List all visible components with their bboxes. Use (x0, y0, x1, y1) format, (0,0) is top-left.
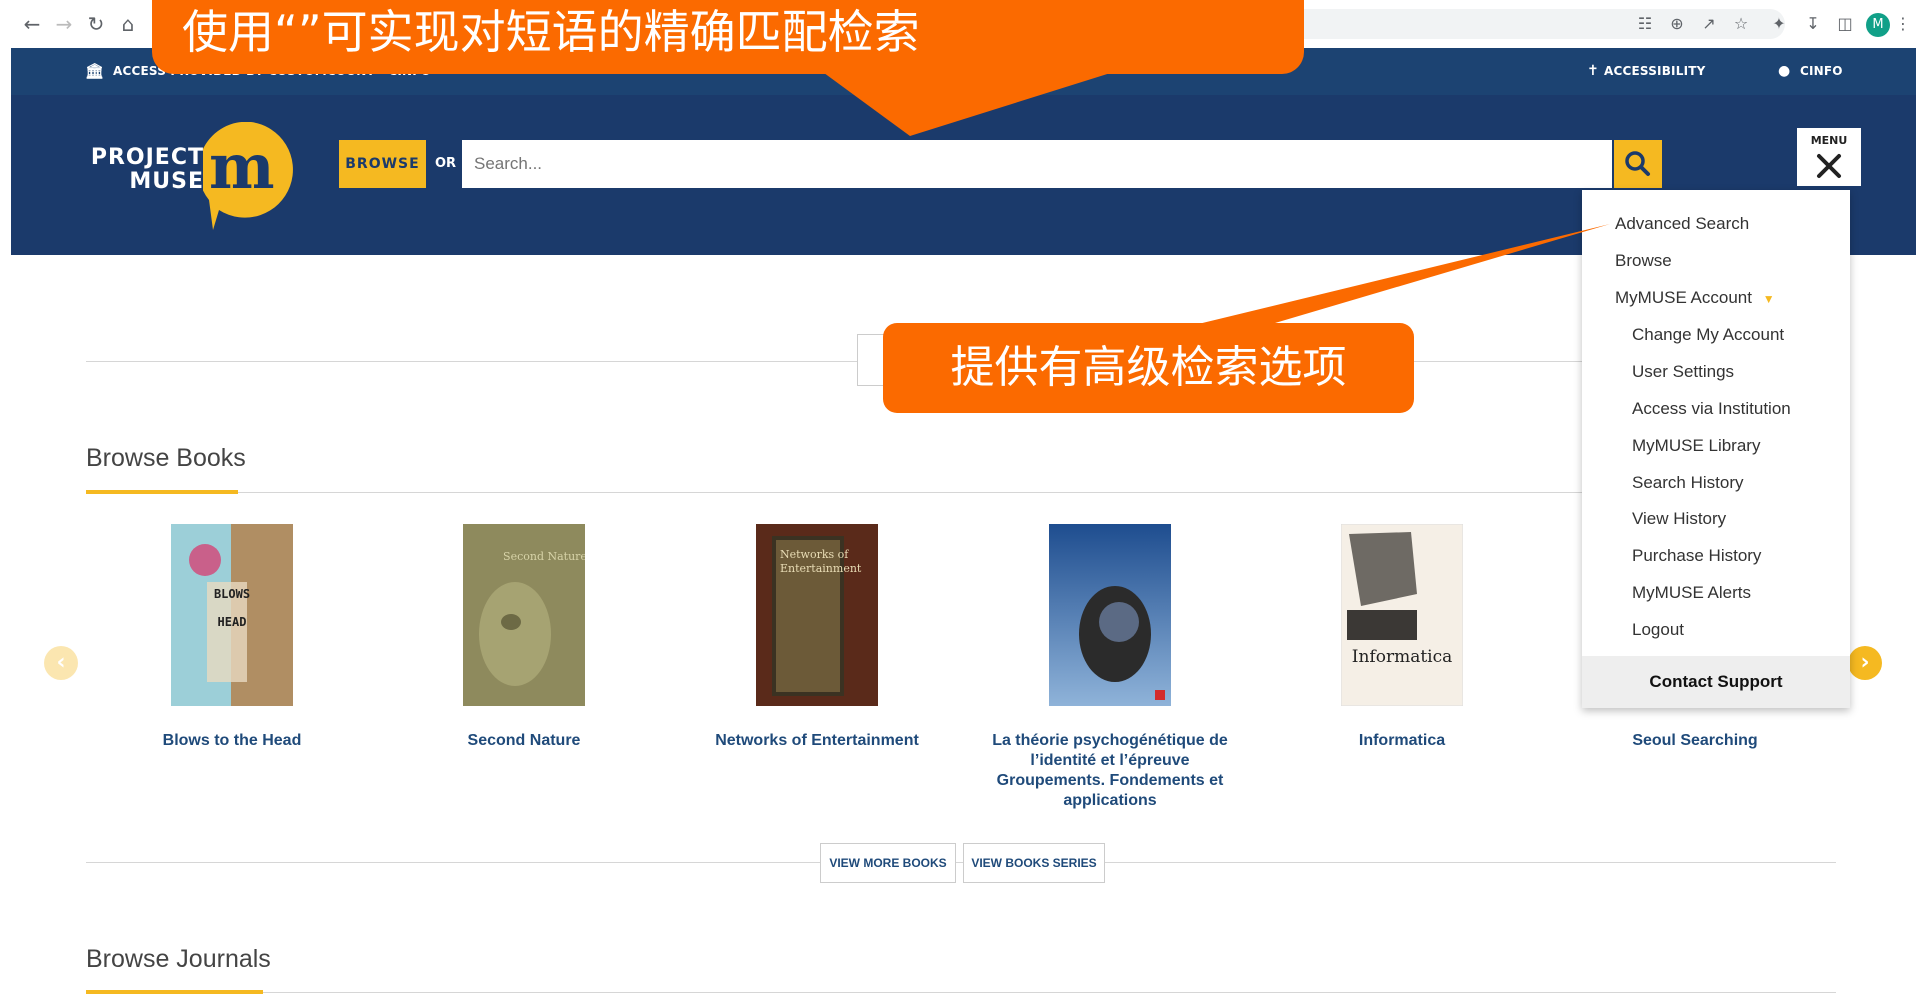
search-icon (1625, 151, 1650, 176)
browse-books-title: Browse Books (86, 444, 246, 472)
divider (86, 862, 1836, 863)
carousel-prev-button[interactable]: ‹ (44, 646, 78, 680)
book-cover[interactable] (1049, 524, 1171, 706)
browse-journals-title: Browse Journals (86, 945, 271, 973)
book-title[interactable]: La théorie psychogénétique de l’identité… (990, 731, 1230, 811)
bookmark-star-icon[interactable]: ☆ (1730, 13, 1752, 35)
institution-icon: 🏛 (85, 62, 105, 80)
menu-item-mymuse-account-label: MyMUSE Account (1615, 288, 1752, 307)
menu-item-purchase-history[interactable]: Purchase History (1632, 544, 1761, 568)
menu-item-access-institution[interactable]: Access via Institution (1632, 397, 1791, 421)
book-title[interactable]: Networks of Entertainment (697, 731, 937, 751)
search-button[interactable] (1614, 140, 1662, 188)
menu-label: MENU (1810, 134, 1848, 147)
carousel-next-button[interactable]: › (1848, 646, 1882, 680)
book-title[interactable]: Blows to the Head (112, 731, 352, 751)
extensions-icon[interactable]: ✦ (1768, 13, 1790, 35)
section-underline (86, 490, 238, 494)
book-title[interactable]: Seoul Searching (1575, 731, 1815, 751)
book-title[interactable]: Informatica (1282, 731, 1522, 751)
menu-item-search-history[interactable]: Search History (1632, 471, 1743, 495)
menu-item-alerts[interactable]: MyMUSE Alerts (1632, 581, 1751, 605)
section-underline (86, 990, 263, 994)
home-icon[interactable]: ⌂ (116, 12, 140, 36)
book-title[interactable]: Second Nature (404, 731, 644, 751)
menu-item-view-history[interactable]: View History (1632, 507, 1726, 531)
book-cover[interactable]: BLOWS HEAD (171, 524, 293, 706)
forward-icon[interactable]: → (52, 12, 76, 36)
logo-text[interactable]: PROJECT MUSE (84, 146, 204, 194)
menu-item-user-settings[interactable]: User Settings (1632, 360, 1734, 384)
close-icon[interactable] (1815, 152, 1843, 180)
logo-line-2: MUSE (129, 169, 204, 194)
translate-icon[interactable]: ☷ (1634, 13, 1656, 35)
search-input[interactable] (462, 140, 1612, 188)
menu-item-advanced-search[interactable]: Advanced Search (1615, 212, 1749, 236)
divider (86, 492, 1836, 493)
logo-line-1: PROJECT (90, 145, 204, 170)
share-icon[interactable]: ↗ (1698, 13, 1720, 35)
menu-button[interactable]: MENU (1797, 128, 1861, 186)
or-label: OR (435, 156, 457, 171)
browse-button[interactable]: BROWSE (339, 140, 426, 188)
accessibility-icon: ✝ (1587, 63, 1599, 79)
reload-icon[interactable]: ↻ (84, 12, 108, 36)
zoom-icon[interactable]: ⊕ (1666, 13, 1688, 35)
book-cover[interactable]: Networks of Entertainment (756, 524, 878, 706)
divider (86, 992, 1836, 993)
book-cover[interactable]: Second Nature (463, 524, 585, 706)
cover-text-2: HEAD (218, 615, 247, 629)
profile-avatar[interactable]: M (1866, 13, 1890, 37)
svg-text:m: m (209, 130, 275, 203)
cover-text: Networks of (780, 548, 849, 561)
kebab-menu-icon[interactable]: ⋮ (1892, 13, 1914, 35)
callout-exact-phrase: 使用“”可实现对短语的精确匹配检索 (152, 0, 1304, 74)
accessibility-link[interactable]: ACCESSIBILITY (1604, 48, 1706, 95)
view-more-books-button[interactable]: VIEW MORE BOOKS (820, 843, 956, 883)
cover-text-1: BLOWS (214, 587, 250, 601)
contact-support-label: Contact Support (1649, 672, 1783, 691)
cover-text: Second Nature (503, 550, 585, 563)
download-icon[interactable]: ↧ (1802, 13, 1824, 35)
sidepanel-icon[interactable]: ◫ (1834, 13, 1856, 35)
user-icon: ● (1778, 63, 1791, 79)
cover-text: Informatica (1352, 647, 1453, 667)
cover-text: Entertainment (780, 562, 862, 575)
menu-item-change-account[interactable]: Change My Account (1632, 323, 1784, 347)
user-link[interactable]: CINFO (1800, 48, 1843, 95)
caret-down-icon: ▼ (1762, 292, 1775, 306)
menu-item-logout[interactable]: Logout (1632, 618, 1684, 642)
back-icon[interactable]: ← (20, 12, 44, 36)
main-menu-dropdown: Advanced Search Browse MyMUSE Account ▼ … (1582, 190, 1850, 708)
callout-top-text: 使用“”可实现对短语的精确匹配检索 (182, 5, 920, 59)
contact-support-box[interactable]: Contact Support (1582, 656, 1850, 708)
callout-advanced-search: 提供有高级检索选项 (883, 323, 1414, 413)
project-muse-logo-icon[interactable]: m (203, 122, 299, 230)
menu-item-library[interactable]: MyMUSE Library (1632, 434, 1760, 458)
menu-item-browse[interactable]: Browse (1615, 249, 1672, 273)
menu-item-mymuse-account[interactable]: MyMUSE Account ▼ (1615, 286, 1775, 310)
book-cover[interactable]: Informatica (1341, 524, 1463, 706)
view-books-series-button[interactable]: VIEW BOOKS SERIES (963, 843, 1105, 883)
